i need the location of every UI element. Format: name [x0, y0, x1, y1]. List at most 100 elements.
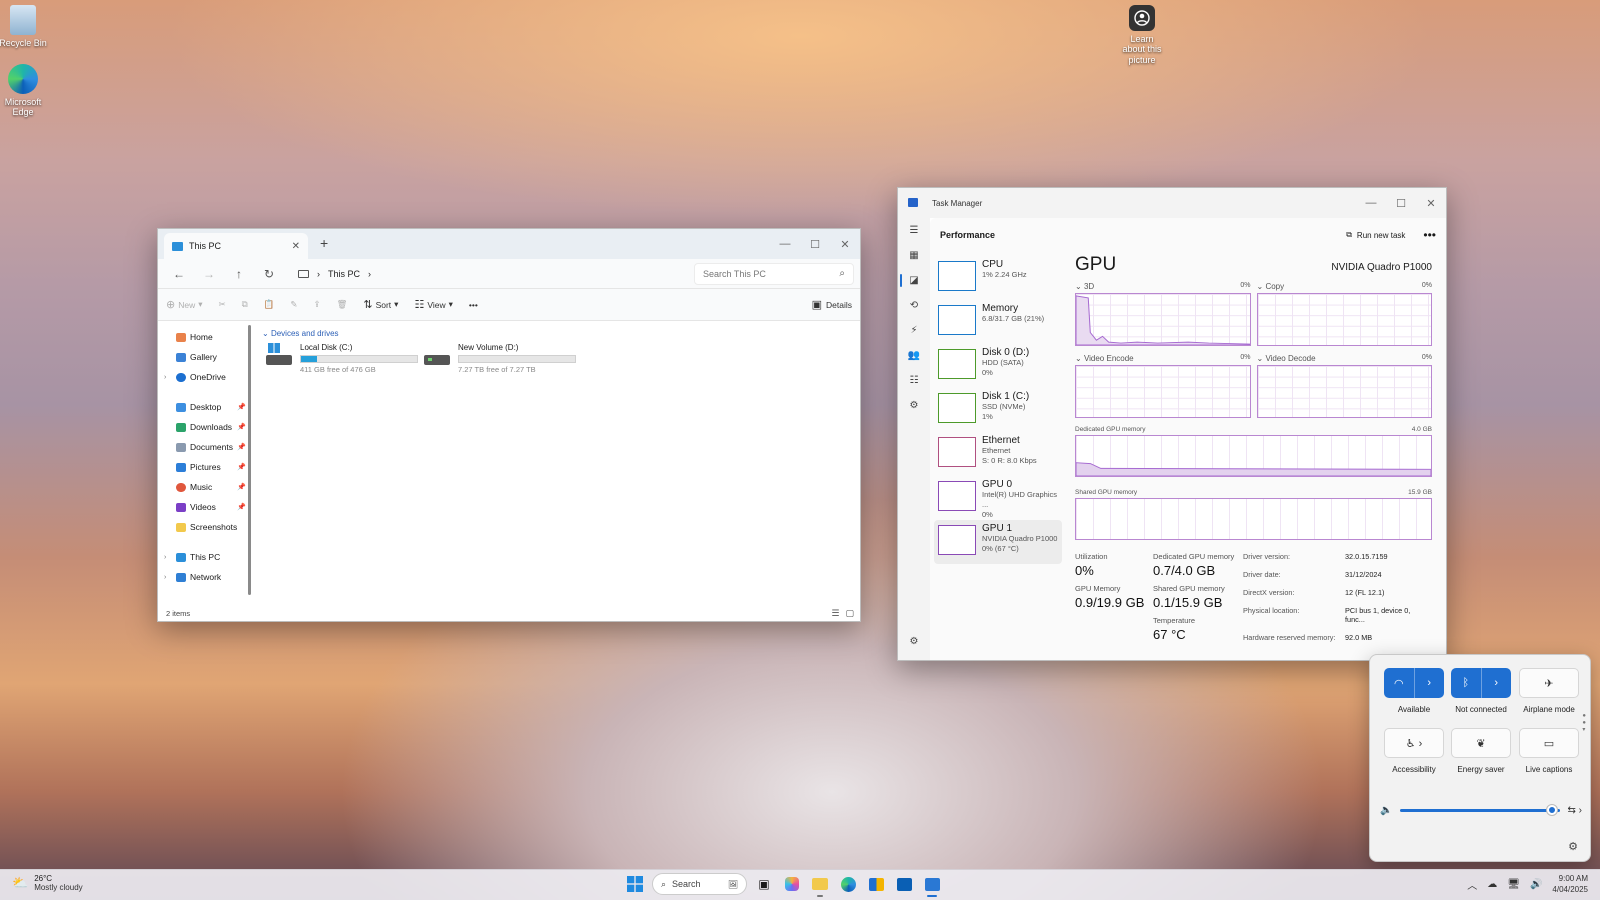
tab-this-pc[interactable]: This PC ✕ [164, 233, 308, 259]
engine-selector-3d[interactable]: ⌄ 3D [1075, 282, 1094, 291]
perf-item[interactable]: GPU 0 Intel(R) UHD Graphics ... 0% [934, 476, 1062, 520]
bluetooth-toggle[interactable]: ᛒ › [1451, 668, 1511, 698]
airplane-mode-toggle[interactable]: ✈ [1519, 668, 1579, 698]
share-icon[interactable]: ⇪ [313, 299, 320, 310]
nav-item-this-pc[interactable]: › This PC [158, 547, 250, 567]
close-button[interactable]: ✕ [1416, 188, 1446, 218]
details-button[interactable]: ▣ Details [812, 298, 852, 311]
wifi-toggle[interactable]: ◠ › [1384, 668, 1444, 698]
pin-icon[interactable]: 📌 [237, 403, 246, 411]
nav-item-videos[interactable]: Videos 📌 [158, 497, 250, 517]
desktop-icon-recycle-bin[interactable]: Recycle Bin [0, 5, 51, 48]
onedrive-tray-icon[interactable]: ☁ [1487, 879, 1497, 890]
nav-item-gallery[interactable]: Gallery [158, 347, 250, 367]
speaker-icon[interactable]: 🔈 [1380, 805, 1392, 816]
pin-icon[interactable]: 📌 [237, 423, 246, 431]
more-options-button[interactable]: ••• [469, 300, 478, 310]
start-button[interactable] [624, 873, 646, 895]
services-icon[interactable]: ⚙ [898, 393, 930, 418]
view-button[interactable]: ☷ View ▾ [414, 298, 452, 311]
close-tab-icon[interactable]: ✕ [292, 241, 300, 252]
pin-icon[interactable]: 📌 [237, 463, 246, 471]
weather-widget[interactable]: ⛅ 26°C Mostly cloudy [12, 874, 83, 892]
refresh-icon[interactable]: ↻ [254, 267, 284, 281]
nav-scrollbar[interactable] [248, 325, 251, 595]
copy-icon[interactable]: ⧉ [242, 299, 248, 310]
new-button[interactable]: ⊕ New ▾ [166, 298, 203, 311]
outlook-icon[interactable] [893, 873, 915, 895]
nav-item-onedrive[interactable]: › OneDrive [158, 367, 250, 387]
live-captions-toggle[interactable]: ▭ [1519, 728, 1579, 758]
edge-taskbar-icon[interactable] [837, 873, 859, 895]
show-hidden-icons-chevron-icon[interactable]: ︿ [1467, 877, 1477, 892]
expand-chevron-icon[interactable]: › [164, 574, 166, 581]
users-icon[interactable]: 👥 [898, 343, 930, 368]
details-view-icon[interactable]: ☰ [831, 608, 839, 619]
perf-item[interactable]: Memory 6.8/31.7 GB (21%) [934, 300, 1062, 344]
pin-icon[interactable]: 📌 [237, 443, 246, 451]
perf-item[interactable]: CPU 1% 2.24 GHz [934, 256, 1062, 300]
up-arrow-icon[interactable]: ↑ [224, 267, 254, 281]
explorer-titlebar[interactable]: This PC ✕ + — ☐ ✕ [158, 229, 860, 259]
desktop-icon-learn-picture[interactable]: Learn about this picture [1114, 5, 1170, 65]
processes-icon[interactable]: ▦ [898, 243, 930, 268]
engine-selector-copy[interactable]: ⌄ Copy [1257, 282, 1285, 291]
delete-icon[interactable]: 🗑 [337, 299, 348, 310]
drive-c[interactable]: Local Disk (C:) 411 GB free of 476 GB [266, 343, 418, 374]
address-bar[interactable]: › This PC › [292, 263, 687, 285]
perf-item[interactable]: Disk 0 (D:) HDD (SATA) 0% [934, 344, 1062, 388]
expand-chevron-icon[interactable]: › [164, 374, 166, 381]
volume-slider[interactable] [1400, 805, 1560, 815]
settings-gear-icon[interactable]: ⚙ [1568, 840, 1578, 853]
nav-item-pictures[interactable]: Pictures 📌 [158, 457, 250, 477]
new-tab-button[interactable]: + [320, 235, 328, 251]
audio-output-icon[interactable]: ⇆ › [1568, 805, 1583, 816]
minimize-button[interactable]: — [770, 229, 800, 259]
maximize-button[interactable]: ☐ [1386, 188, 1416, 218]
nav-item-desktop[interactable]: Desktop 📌 [158, 397, 250, 417]
perf-item[interactable]: Ethernet Ethernet S: 0 R: 8.0 Kbps [934, 432, 1062, 476]
nav-item-downloads[interactable]: Downloads 📌 [158, 417, 250, 437]
startup-apps-icon[interactable]: ⚡ [898, 318, 930, 343]
store-icon[interactable] [865, 873, 887, 895]
paste-icon[interactable]: 📋 [264, 299, 275, 310]
search-input[interactable]: Search This PC ⌕ [694, 262, 854, 285]
minimize-button[interactable]: — [1356, 188, 1386, 218]
energy-saver-toggle[interactable]: ❦ [1451, 728, 1511, 758]
hamburger-menu-icon[interactable]: ☰ [898, 218, 930, 243]
breadcrumb-chevron-icon[interactable]: › [368, 269, 371, 279]
rename-icon[interactable]: ✎ [290, 299, 297, 310]
app-history-icon[interactable]: ⟲ [898, 293, 930, 318]
forward-arrow-icon[interactable]: → [194, 267, 224, 281]
task-manager-taskbar-icon[interactable] [921, 873, 943, 897]
tiles-view-icon[interactable]: ▢ [845, 608, 854, 619]
pin-icon[interactable]: 📌 [237, 483, 246, 491]
nav-item-screenshots[interactable]: Screenshots [158, 517, 250, 537]
copilot-icon[interactable] [781, 873, 803, 895]
settings-icon[interactable]: ⚙ [898, 629, 930, 654]
more-options-button[interactable]: ••• [1423, 228, 1436, 242]
clock[interactable]: 9:00 AM 4/04/2025 [1552, 874, 1588, 896]
performance-icon[interactable]: ◪ [898, 268, 930, 293]
breadcrumb-this-pc[interactable]: This PC [328, 269, 360, 279]
volume-slider-thumb[interactable] [1547, 805, 1558, 815]
close-button[interactable]: ✕ [830, 229, 860, 259]
engine-selector-video-encode[interactable]: ⌄ Video Encode [1075, 354, 1134, 363]
page-dots-icon[interactable]: ● ● ▾ [1582, 713, 1586, 734]
pin-icon[interactable]: 📌 [237, 503, 246, 511]
volume-tray-icon[interactable]: 🔊 [1530, 879, 1542, 890]
nav-item-music[interactable]: Music 📌 [158, 477, 250, 497]
wifi-expand-chevron-icon[interactable]: › [1413, 668, 1445, 698]
details-list-icon[interactable]: ☷ [898, 368, 930, 393]
desktop-icon-edge[interactable]: Microsoft Edge [0, 64, 51, 118]
nav-item-network[interactable]: › Network [158, 567, 250, 587]
file-explorer-taskbar-icon[interactable] [809, 873, 831, 897]
back-arrow-icon[interactable]: ← [164, 267, 194, 281]
drive-d[interactable]: New Volume (D:) 7.27 TB free of 7.27 TB [424, 343, 576, 374]
taskbar-search[interactable]: ⌕ Search 🖼 [652, 873, 747, 895]
expand-chevron-icon[interactable]: › [164, 554, 166, 561]
nav-item-documents[interactable]: Documents 📌 [158, 437, 250, 457]
perf-item[interactable]: Disk 1 (C:) SSD (NVMe) 1% [934, 388, 1062, 432]
bluetooth-expand-chevron-icon[interactable]: › [1480, 668, 1512, 698]
nav-item-home[interactable]: Home [158, 327, 250, 347]
